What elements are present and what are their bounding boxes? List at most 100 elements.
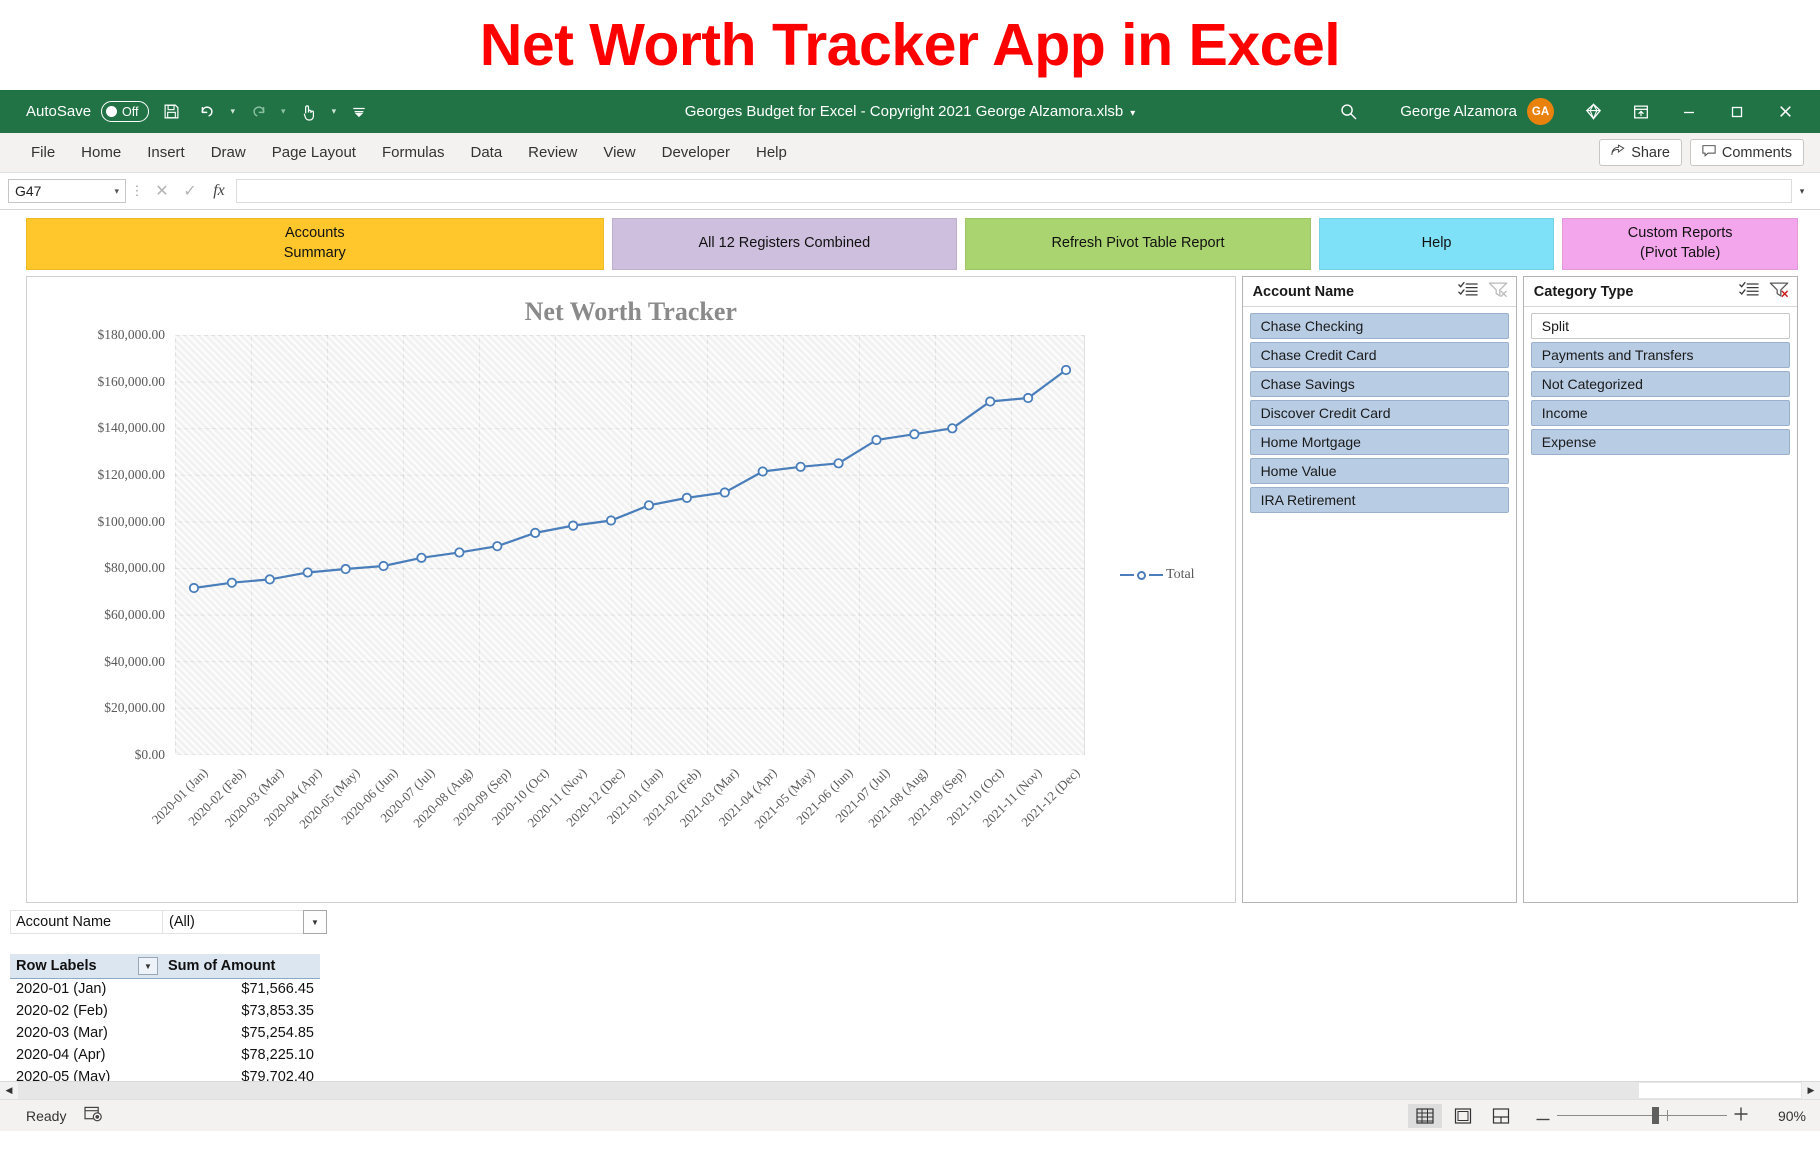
customize-qat-icon[interactable] (346, 99, 372, 125)
table-row[interactable]: 2020-03 (Mar) $75,254.85 (10, 1022, 320, 1044)
clear-filter-icon[interactable] (1488, 281, 1508, 303)
comment-icon (1702, 144, 1716, 161)
legend-line-icon-right (1149, 574, 1163, 576)
chevron-down-icon[interactable]: ▾ (114, 186, 119, 197)
chart-line-total (194, 370, 1066, 588)
ribbon-tab-file[interactable]: File (18, 138, 68, 167)
zoom-in-icon[interactable] (1734, 1107, 1748, 1124)
zoom-level-label[interactable]: 90% (1760, 1108, 1806, 1124)
ribbon-tab-home[interactable]: Home (68, 138, 134, 167)
ribbon-tab-review[interactable]: Review (515, 138, 590, 167)
pivot-col-row-labels-text: Row Labels (16, 958, 97, 974)
slicer-item-not-categorized[interactable]: Not Categorized (1531, 371, 1790, 397)
expand-formula-bar-icon[interactable]: ▾ (1792, 186, 1812, 197)
comments-button[interactable]: Comments (1690, 139, 1804, 166)
chart-data-point (569, 521, 577, 529)
ribbon-tab-data[interactable]: Data (457, 138, 515, 167)
maximize-icon[interactable] (1714, 90, 1760, 133)
touch-mode-icon[interactable] (296, 99, 322, 125)
share-button[interactable]: Share (1599, 139, 1682, 166)
slicer-item-ira-retirement[interactable]: IRA Retirement (1250, 487, 1509, 513)
y-axis-tick-label: $180,000.00 (35, 327, 165, 343)
slicer-account-name[interactable]: Account Name Chase Checking Chase Credit… (1242, 276, 1517, 903)
ribbon-tab-view[interactable]: View (590, 138, 648, 167)
custom-reports-button[interactable]: Custom Reports (Pivot Table) (1562, 218, 1798, 270)
accounts-summary-button[interactable]: Accounts Summary (26, 218, 604, 270)
slicer-item-home-mortgage[interactable]: Home Mortgage (1250, 429, 1509, 455)
pivot-filter-dropdown-icon[interactable]: ▼ (303, 910, 327, 934)
undo-dropdown-icon[interactable]: ▾ (231, 106, 236, 117)
close-icon[interactable] (1762, 90, 1808, 133)
slicer-item-discover-credit-card[interactable]: Discover Credit Card (1250, 400, 1509, 426)
ribbon-tab-formulas[interactable]: Formulas (369, 138, 458, 167)
table-row[interactable]: 2020-02 (Feb) $73,853.35 (10, 1000, 320, 1022)
name-box-value: G47 (15, 183, 41, 199)
zoom-track[interactable] (1557, 1115, 1727, 1116)
formula-input[interactable] (236, 179, 1792, 203)
scrollbar-track[interactable] (18, 1082, 1802, 1099)
row-labels-filter-icon[interactable]: ▼ (138, 957, 158, 975)
zoom-thumb[interactable] (1652, 1107, 1659, 1124)
title-bar-right-controls: George Alzamora GA (1328, 90, 1820, 133)
refresh-pivot-table-button[interactable]: Refresh Pivot Table Report (965, 218, 1311, 270)
ribbon-tab-help[interactable]: Help (743, 138, 800, 167)
avatar[interactable]: GA (1527, 98, 1554, 125)
premium-diamond-icon[interactable] (1570, 90, 1616, 133)
touch-mode-dropdown-icon[interactable]: ▾ (332, 106, 337, 117)
multi-select-icon[interactable] (1739, 281, 1759, 302)
slicer-item-chase-credit-card[interactable]: Chase Credit Card (1250, 342, 1509, 368)
ribbon-tab-page-layout[interactable]: Page Layout (259, 138, 369, 167)
page-break-preview-icon[interactable] (1484, 1104, 1518, 1128)
formula-bar-grip[interactable]: ⋮ (126, 183, 148, 199)
cancel-icon[interactable]: ✕ (148, 181, 176, 201)
horizontal-scrollbar[interactable]: ◀ ▶ (0, 1081, 1820, 1099)
all-registers-combined-button[interactable]: All 12 Registers Combined (612, 218, 958, 270)
net-worth-chart[interactable]: Net Worth Tracker $180,000.00$160,000.00… (26, 276, 1236, 903)
multi-select-icon[interactable] (1458, 281, 1478, 302)
record-macro-icon[interactable] (84, 1106, 103, 1125)
help-button[interactable]: Help (1319, 218, 1555, 270)
insert-function-icon[interactable]: fx (204, 182, 234, 200)
scrollbar-thumb[interactable] (19, 1083, 1639, 1098)
pivot-row-amount: $78,225.10 (162, 1044, 320, 1066)
slicer-item-income[interactable]: Income (1531, 400, 1790, 426)
slicer-item-expense[interactable]: Expense (1531, 429, 1790, 455)
status-text: Ready (26, 1108, 66, 1124)
slicer-item-split[interactable]: Split (1531, 313, 1790, 339)
table-row[interactable]: 2020-04 (Apr) $78,225.10 (10, 1044, 320, 1066)
ribbon-tab-developer[interactable]: Developer (649, 138, 743, 167)
autosave-label: AutoSave (26, 103, 91, 120)
slicer-item-chase-savings[interactable]: Chase Savings (1250, 371, 1509, 397)
name-box[interactable]: G47 ▾ (8, 179, 126, 203)
page-layout-view-icon[interactable] (1446, 1104, 1480, 1128)
minimize-icon[interactable] (1666, 90, 1712, 133)
chart-data-point (645, 501, 653, 509)
custom-reports-label-2: (Pivot Table) (1640, 244, 1720, 264)
clear-filter-icon[interactable] (1769, 281, 1789, 303)
slicer-item-home-value[interactable]: Home Value (1250, 458, 1509, 484)
slicer-category-type[interactable]: Category Type Split Payments and Transfe… (1523, 276, 1798, 903)
slicer-category-type-header: Category Type (1524, 277, 1797, 307)
search-icon[interactable] (1328, 90, 1368, 133)
user-name[interactable]: George Alzamora (1400, 103, 1517, 120)
zoom-out-icon[interactable] (1536, 1108, 1550, 1124)
slicer-item-payments-and-transfers[interactable]: Payments and Transfers (1531, 342, 1790, 368)
chart-data-point (1062, 366, 1070, 374)
save-icon[interactable] (159, 99, 185, 125)
scroll-left-icon[interactable]: ◀ (0, 1082, 18, 1099)
ribbon-display-options-icon[interactable] (1618, 90, 1664, 133)
ribbon-tab-draw[interactable]: Draw (198, 138, 259, 167)
zoom-slider[interactable] (1536, 1107, 1748, 1124)
slicer-item-chase-checking[interactable]: Chase Checking (1250, 313, 1509, 339)
chart-data-point (759, 467, 767, 475)
custom-reports-label-1: Custom Reports (1628, 224, 1733, 244)
table-row[interactable]: 2020-01 (Jan) $71,566.45 (10, 978, 320, 1000)
document-title-dropdown-icon[interactable]: ▾ (1130, 108, 1135, 119)
normal-view-icon[interactable] (1408, 1104, 1442, 1128)
undo-icon[interactable] (195, 99, 221, 125)
enter-icon[interactable]: ✓ (176, 181, 204, 201)
comments-label: Comments (1722, 145, 1792, 161)
scroll-right-icon[interactable]: ▶ (1802, 1082, 1820, 1099)
autosave-toggle[interactable]: Off (101, 101, 148, 122)
ribbon-tab-insert[interactable]: Insert (134, 138, 198, 167)
